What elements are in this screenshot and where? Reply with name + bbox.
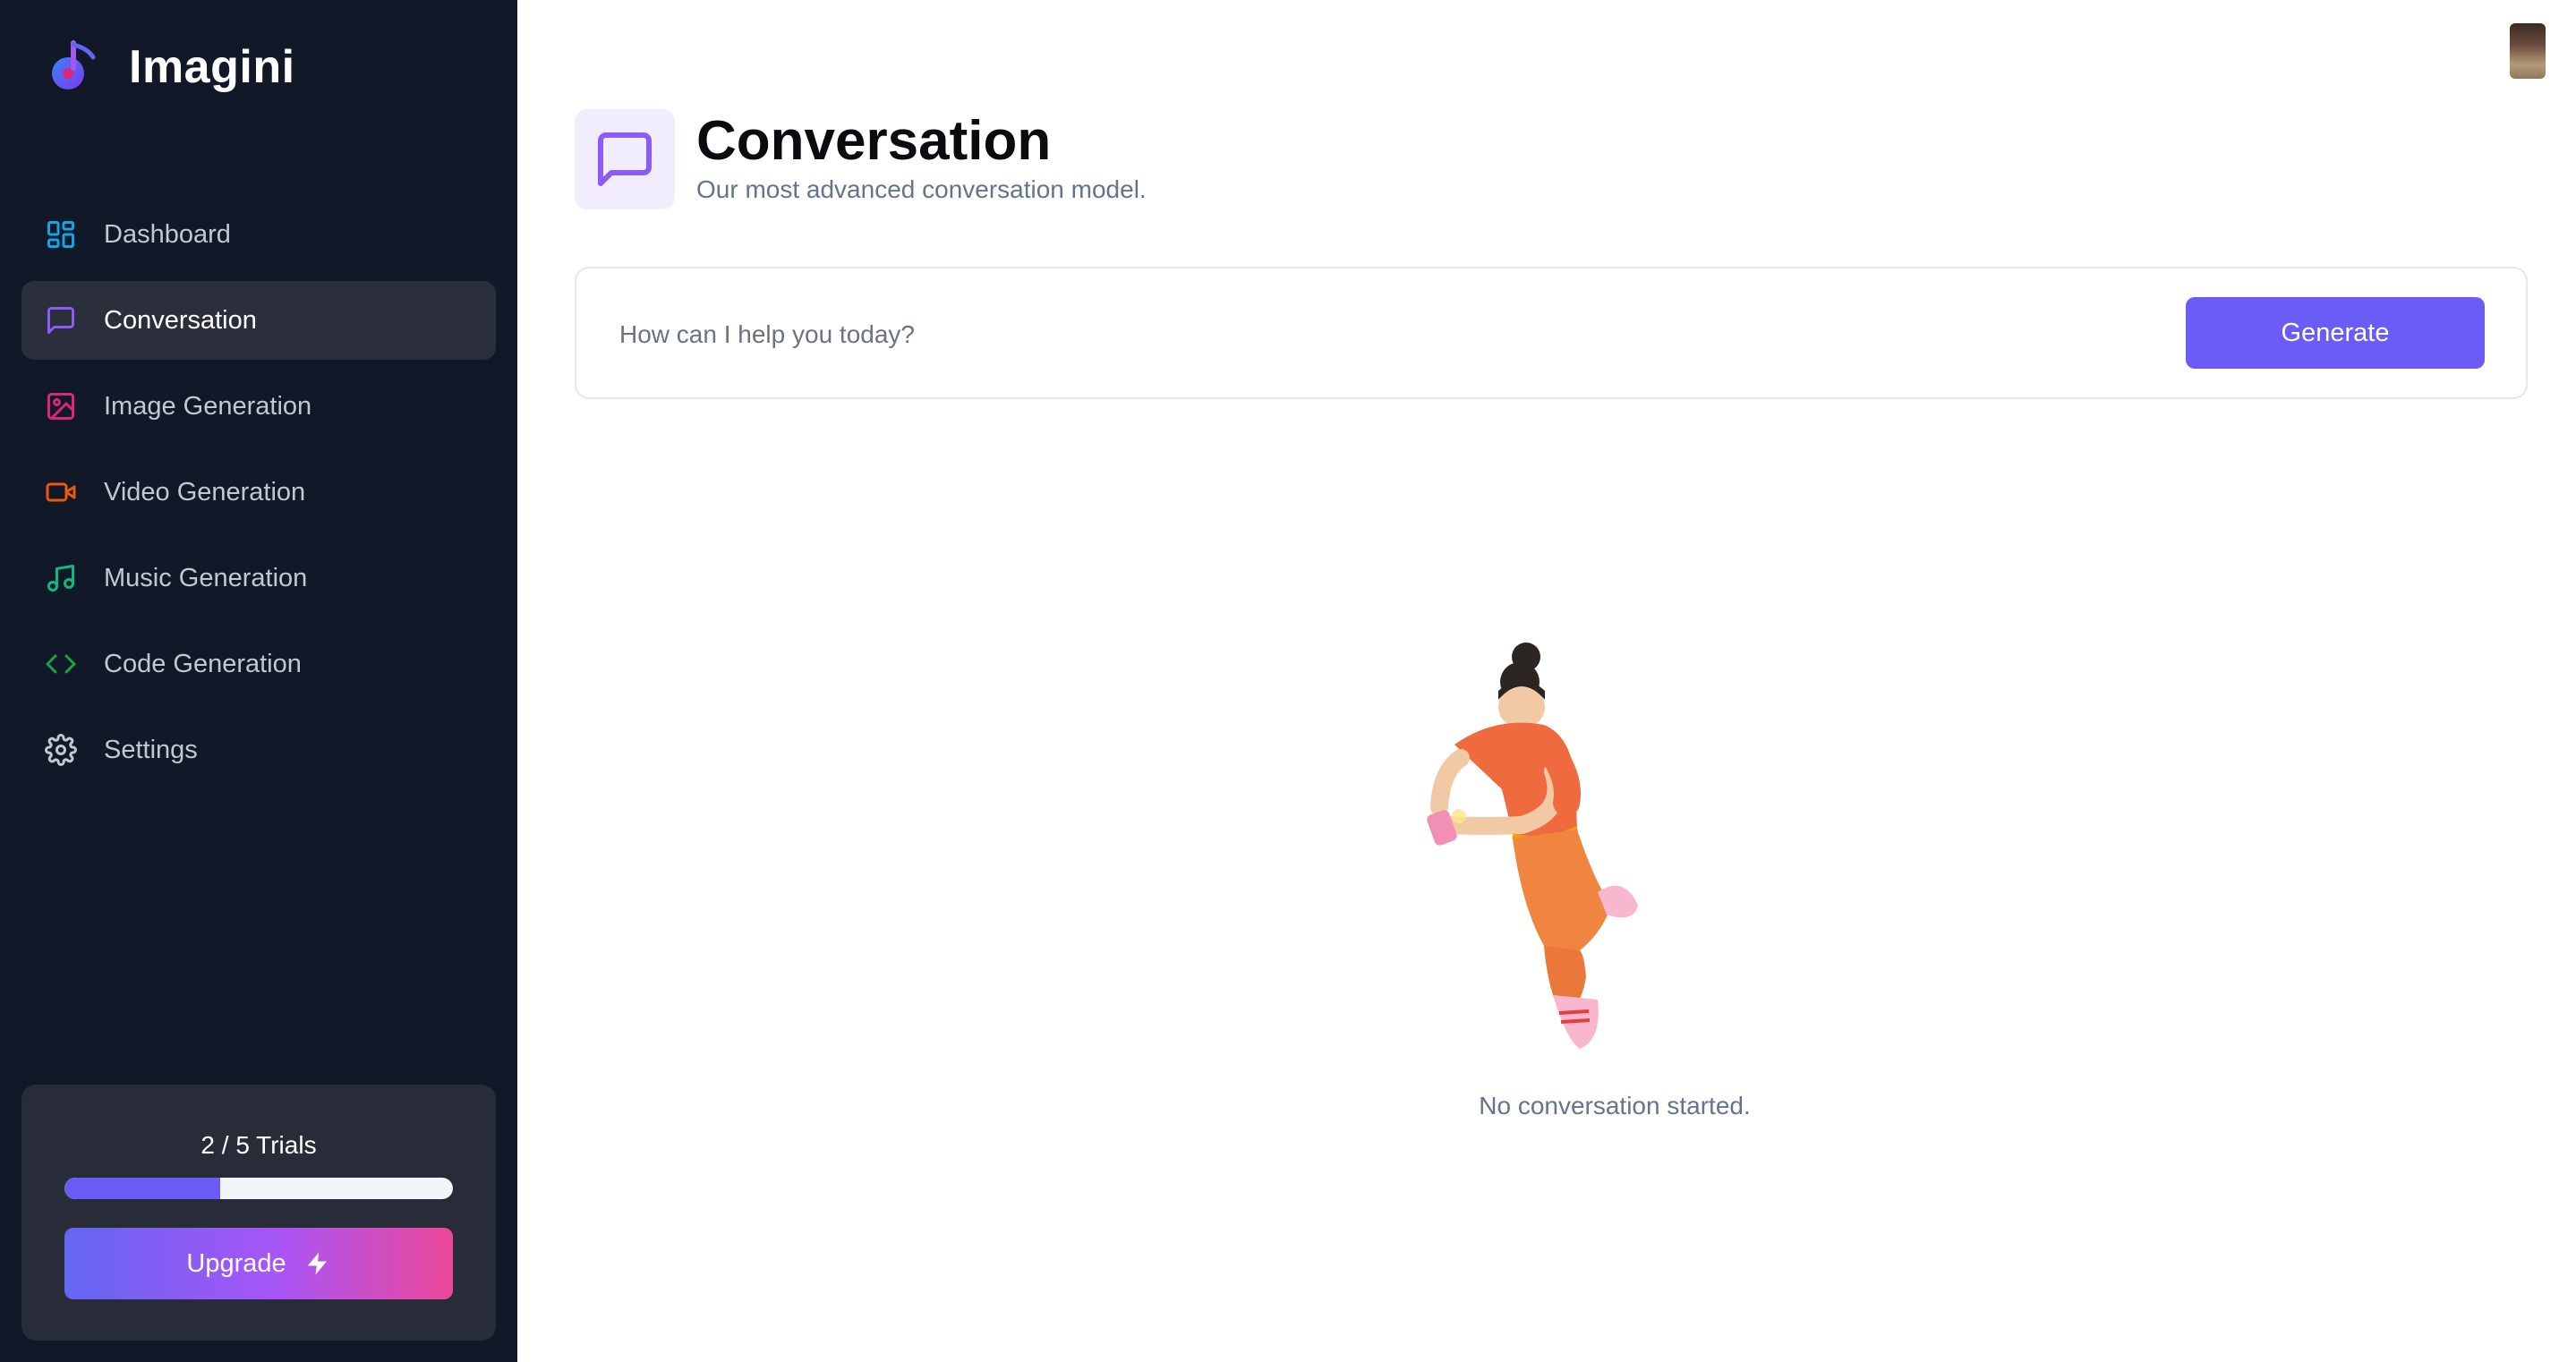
prompt-input[interactable] [619,308,2141,362]
sidebar-item-music-generation[interactable]: Music Generation [21,539,496,617]
video-icon [43,474,79,510]
prompt-form: Generate [575,267,2528,399]
upgrade-button[interactable]: Upgrade [64,1228,453,1299]
trial-progress-fill [64,1178,220,1199]
sidebar-item-label: Video Generation [104,477,306,506]
code-icon [43,646,79,682]
chat-bubble-icon [43,302,79,338]
chat-bubble-icon [598,132,652,186]
sidebar-item-label: Conversation [104,305,257,335]
empty-state-label: No conversation started. [1479,1092,1751,1119]
sidebar-item-label: Code Generation [104,649,302,678]
sidebar: Imagini Dashboard Conversation Image Gen… [0,0,517,1362]
trial-counter: 2 / 5 Trials [200,1131,317,1159]
trial-progress-bar [64,1178,453,1199]
brand[interactable]: Imagini [43,36,295,98]
empty-state-illustration [1427,643,1638,1049]
sidebar-item-settings[interactable]: Settings [21,711,496,789]
music-note-icon [43,560,79,596]
brand-name: Imagini [129,41,295,93]
logo-icon [52,40,96,89]
sidebar-item-dashboard[interactable]: Dashboard [21,195,496,274]
sidebar-item-label: Image Generation [104,391,312,421]
sidebar-item-image-generation[interactable]: Image Generation [21,367,496,446]
generate-button[interactable]: Generate [2186,297,2485,369]
sidebar-nav: Dashboard Conversation Image Generation [21,195,496,796]
sidebar-item-label: Settings [104,735,198,764]
sidebar-item-code-generation[interactable]: Code Generation [21,625,496,703]
sidebar-item-conversation[interactable]: Conversation [21,281,496,360]
user-avatar[interactable] [2510,23,2546,79]
gear-icon [43,732,79,768]
empty-state-text: No conversation started. [0,1092,2576,1120]
image-icon [43,388,79,424]
dashboard-icon [43,217,79,252]
sidebar-item-video-generation[interactable]: Video Generation [21,453,496,532]
sidebar-item-label: Dashboard [104,219,231,249]
lightning-icon [307,1252,327,1275]
trial-card: 2 / 5 Trials Upgrade [21,1085,496,1341]
upgrade-button-label: Upgrade [186,1248,286,1278]
page-subtitle: Our most advanced conversation model. [696,175,1147,203]
header-icon-box [575,109,675,209]
sidebar-item-label: Music Generation [104,563,308,592]
page-title: Conversation [696,110,1052,172]
